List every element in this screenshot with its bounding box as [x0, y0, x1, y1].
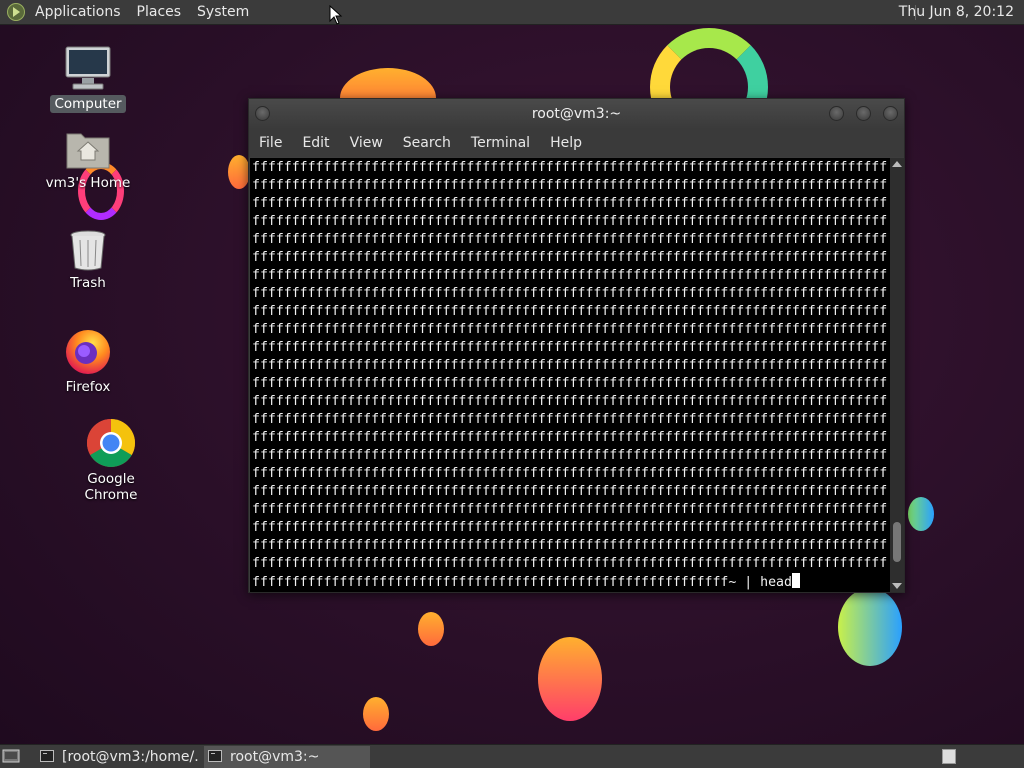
terminal-line: ffffffffffffffffffffffffffffffffffffffff…	[252, 556, 888, 571]
wallpaper-blue-bubble	[908, 497, 934, 531]
terminal-line: ffffffffffffffffffffffffffffffffffffffff…	[252, 322, 888, 337]
terminal-line: ffffffffffffffffffffffffffffffffffffffff…	[252, 484, 888, 499]
terminal-line: ffffffffffffffffffffffffffffffffffffffff…	[252, 232, 888, 247]
wallpaper-orange-mid	[418, 612, 444, 646]
terminal-icon	[208, 750, 222, 762]
terminal-line: ffffffffffffffffffffffffffffffffffffffff…	[252, 196, 888, 211]
terminal-input-text: ffffffffffffffffffffffffffffffffffffffff…	[252, 575, 792, 590]
terminal-output[interactable]: ffffffffffffffffffffffffffffffffffffffff…	[250, 158, 890, 592]
desktop-icon-label: Firefox	[65, 379, 111, 395]
terminal-line: ffffffffffffffffffffffffffffffffffffffff…	[252, 214, 888, 229]
terminal-scrollbar[interactable]	[890, 158, 904, 592]
terminal-menubar: File Edit View Search Terminal Help	[249, 129, 904, 157]
top-panel: Applications Places System Thu Jun 8, 20…	[0, 0, 1024, 25]
show-desktop-icon[interactable]	[2, 748, 20, 764]
menu-file[interactable]: File	[249, 129, 292, 157]
terminal-icon	[40, 750, 54, 762]
terminal-line: ffffffffffffffffffffffffffffffffffffffff…	[252, 466, 888, 481]
desktop-icon-label: Trash	[70, 275, 106, 291]
trash-icon	[70, 230, 106, 271]
terminal-line: ffffffffffffffffffffffffffffffffffffffff…	[252, 502, 888, 517]
terminal-line: ffffffffffffffffffffffffffffffffffffffff…	[252, 304, 888, 319]
terminal-line: ffffffffffffffffffffffffffffffffffffffff…	[252, 358, 888, 373]
scroll-thumb[interactable]	[893, 521, 901, 562]
menu-terminal[interactable]: Terminal	[461, 129, 540, 157]
desktop-icon-firefox[interactable]: Firefox	[33, 326, 143, 396]
terminal-cursor	[791, 573, 800, 588]
terminal-line: ffffffffffffffffffffffffffffffffffffffff…	[252, 268, 888, 283]
menu-edit[interactable]: Edit	[292, 129, 339, 157]
terminal-line: ffffffffffffffffffffffffffffffffffffffff…	[252, 430, 888, 445]
terminal-prompt-line: ffffffffffffffffffffffffffffffffffffffff…	[252, 573, 890, 591]
chrome-icon	[86, 419, 136, 468]
mouse-pointer-icon	[329, 5, 343, 25]
terminal-line: ffffffffffffffffffffffffffffffffffffffff…	[252, 394, 888, 409]
firefox-icon	[66, 330, 110, 374]
close-button[interactable]	[883, 106, 898, 121]
wallpaper-orange-low	[363, 697, 389, 731]
taskbar-item-label: root@vm3:~	[230, 749, 320, 765]
menu-view[interactable]: View	[340, 129, 393, 157]
applications-menu[interactable]: Applications	[27, 0, 129, 25]
terminal-line: ffffffffffffffffffffffffffffffffffffffff…	[252, 412, 888, 427]
terminal-line: ffffffffffffffffffffffffffffffffffffffff…	[252, 538, 888, 553]
terminal-line: ffffffffffffffffffffffffffffffffffffffff…	[252, 250, 888, 265]
minimize-button[interactable]	[829, 106, 844, 121]
terminal-line: ffffffffffffffffffffffffffffffffffffffff…	[252, 376, 888, 391]
gnome-foot-icon[interactable]	[7, 3, 25, 21]
desktop-icon-label: Computer	[50, 95, 126, 113]
terminal-lines: ffffffffffffffffffffffffffffffffffffffff…	[252, 159, 890, 573]
wallpaper-orange-small	[228, 155, 250, 189]
desktop-icon-home[interactable]: vm3's Home	[33, 128, 143, 192]
workspace-switcher[interactable]	[942, 749, 956, 764]
taskbar-item-label: [root@vm3:/home/...	[62, 749, 200, 765]
menu-help[interactable]: Help	[540, 129, 592, 157]
places-menu[interactable]: Places	[129, 0, 190, 25]
desktop-icon-label: vm3's Home	[45, 175, 131, 191]
taskbar-item-active[interactable]: root@vm3:~	[204, 746, 370, 768]
wallpaper-green-bubble	[838, 588, 902, 666]
desktop-icon-chrome[interactable]: Google Chrome	[56, 418, 166, 504]
maximize-button[interactable]	[856, 106, 871, 121]
window-titlebar[interactable]: root@vm3:~	[249, 99, 904, 129]
window-menu-button[interactable]	[255, 106, 270, 121]
home-folder-icon	[66, 133, 110, 169]
terminal-line: ffffffffffffffffffffffffffffffffffffffff…	[252, 286, 888, 301]
terminal-window[interactable]: root@vm3:~ File Edit View Search Termina…	[248, 98, 905, 593]
terminal-line: ffffffffffffffffffffffffffffffffffffffff…	[252, 340, 888, 355]
system-menu[interactable]: System	[189, 0, 257, 25]
terminal-line: ffffffffffffffffffffffffffffffffffffffff…	[252, 160, 888, 175]
terminal-line: ffffffffffffffffffffffffffffffffffffffff…	[252, 520, 888, 535]
taskbar-item[interactable]: [root@vm3:/home/...	[36, 746, 200, 768]
menu-search[interactable]: Search	[393, 129, 461, 157]
desktop-icon-computer[interactable]: Computer	[33, 45, 143, 113]
wallpaper-orange-large	[538, 637, 602, 721]
computer-icon	[65, 46, 111, 90]
scroll-down-arrow-icon[interactable]	[892, 583, 902, 589]
desktop-icon-label: Google Chrome	[84, 471, 138, 503]
bottom-panel: [root@vm3:/home/... root@vm3:~	[0, 744, 1024, 768]
clock[interactable]: Thu Jun 8, 20:12	[893, 0, 1020, 25]
terminal-line: ffffffffffffffffffffffffffffffffffffffff…	[252, 448, 888, 463]
window-title: root@vm3:~	[531, 106, 622, 122]
desktop-icon-trash[interactable]: Trash	[33, 228, 143, 292]
terminal-line: ffffffffffffffffffffffffffffffffffffffff…	[252, 178, 888, 193]
scroll-up-arrow-icon[interactable]	[892, 161, 902, 167]
